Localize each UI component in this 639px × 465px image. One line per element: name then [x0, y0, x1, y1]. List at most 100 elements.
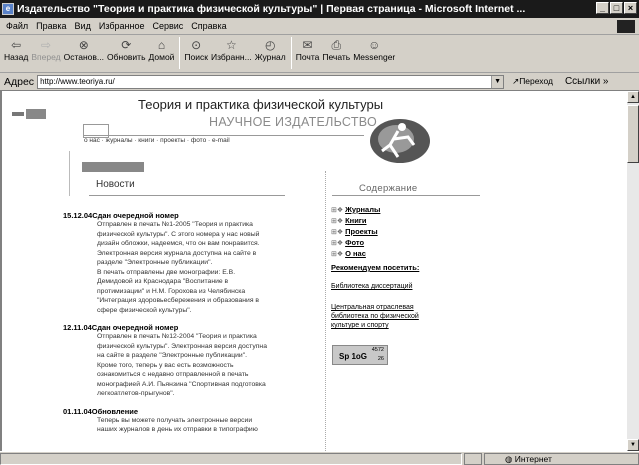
links-button[interactable]: Ссылки »: [565, 76, 609, 87]
printer-icon: ⎙: [331, 38, 342, 52]
top-navigation[interactable]: о нас · журналы · книги · проекты · фото…: [84, 137, 230, 144]
stop-icon: ⊗: [78, 38, 89, 52]
status-text: [0, 452, 462, 465]
news-body: Отправлен в печать №1-2005 "Теория и пра…: [97, 220, 323, 315]
refresh-button[interactable]: ⟳ Обновить: [107, 35, 146, 62]
close-button[interactable]: ×: [624, 2, 637, 14]
menu-help[interactable]: Справка: [191, 21, 226, 31]
spylog-counter[interactable]: 4572 Sp 1oG 26: [332, 345, 388, 365]
home-button[interactable]: ⌂ Домой: [149, 35, 175, 62]
dissertation-library-link[interactable]: Библиотека диссертаций: [331, 283, 412, 290]
uk-flag-icon: [26, 109, 46, 119]
news-date: 12.11.04: [63, 323, 92, 332]
address-input[interactable]: http://www.teoriya.ru/ ▼: [37, 74, 505, 89]
toolbar-separator: [290, 37, 292, 69]
menu-tools[interactable]: Сервис: [152, 21, 183, 31]
print-button[interactable]: ⎙ Печать: [322, 35, 350, 62]
contents-item-photo[interactable]: ⊞❖ Фото: [331, 238, 380, 249]
news-item: 15.12.04Сдан очередной номер Отправлен в…: [63, 211, 323, 315]
contents-link[interactable]: Журналы: [345, 205, 380, 214]
title-bar: e Издательство "Теория и практика физиче…: [0, 0, 639, 18]
contents-title: Содержание: [359, 183, 418, 194]
go-label: Переход: [519, 76, 553, 86]
menu-edit[interactable]: Правка: [36, 21, 66, 31]
news-link[interactable]: "Интеграция здоровьесбережения и образов…: [97, 296, 323, 306]
menu-favorites[interactable]: Избранное: [99, 21, 145, 31]
mail-icon: ✉: [302, 38, 313, 52]
search-icon: ⊙: [191, 38, 202, 52]
internet-zone-icon: ◍: [505, 453, 515, 464]
scroll-thumb[interactable]: [627, 105, 639, 163]
favorites-button[interactable]: ☆ Избранн...: [211, 35, 252, 62]
expand-icon[interactable]: ⊞❖: [331, 207, 345, 214]
contents-link[interactable]: Проекты: [345, 227, 378, 236]
minimize-button[interactable]: _: [596, 2, 609, 14]
zone-label: Интернет: [514, 453, 552, 464]
vertical-scrollbar[interactable]: ▲ ▼: [627, 91, 639, 451]
news-line: физической культуры". С этого номера у н…: [97, 230, 260, 238]
news-line: наших журналов в день их отправки в типо…: [97, 426, 258, 433]
scroll-down-icon[interactable]: ▼: [627, 439, 639, 451]
expand-icon[interactable]: ⊞❖: [331, 218, 345, 225]
news-line: Электронная версия журнала доступна на с…: [97, 249, 257, 257]
counter-label: Sp 1oG: [339, 352, 368, 361]
expand-icon[interactable]: ⊞❖: [331, 251, 345, 258]
news-headline: Сдан очередной номер: [91, 323, 179, 332]
forward-label: Вперед: [31, 52, 61, 62]
contents-item-journals[interactable]: ⊞❖ Журналы: [331, 205, 380, 216]
contents-link[interactable]: Фото: [345, 238, 364, 247]
search-button[interactable]: ⊙ Поиск: [184, 35, 208, 62]
mail-button[interactable]: ✉ Почта: [296, 35, 320, 62]
news-date: 15.12.04: [63, 211, 93, 220]
central-library-link[interactable]: Центральная отраслевая библиотека по физ…: [331, 303, 441, 330]
news-link[interactable]: разделе "Электронные публикации".: [97, 258, 323, 268]
contents-item-projects[interactable]: ⊞❖ Проекты: [331, 227, 380, 238]
expand-icon[interactable]: ⊞❖: [331, 229, 345, 236]
maximize-button[interactable]: □: [610, 2, 623, 14]
contents-item-about[interactable]: ⊞❖ О нас: [331, 249, 380, 260]
news-line: Кроме того, теперь у вас есть возможност…: [97, 361, 234, 369]
contents-list: ⊞❖ Журналы ⊞❖ Книги ⊞❖ Проекты ⊞❖ Фото ⊞…: [331, 205, 380, 260]
counter-top: 4572: [371, 347, 384, 353]
news-link[interactable]: сфере физической культуры".: [97, 306, 323, 316]
news-header: 15.12.04Сдан очередной номер: [63, 211, 323, 220]
news-link[interactable]: протимизации" и Н.М. Горохова из Челябин…: [97, 287, 323, 297]
window-title: Издательство "Теория и практика физическ…: [17, 3, 526, 15]
news-link[interactable]: Демидовой из Краснодара "Воспитание в: [97, 277, 323, 287]
back-button[interactable]: ⇦ Назад: [4, 35, 28, 62]
toolbar-separator: [179, 37, 181, 69]
messenger-button[interactable]: ☺ Messenger: [353, 35, 395, 62]
forward-button[interactable]: ⇨ Вперед: [31, 35, 60, 62]
address-dropdown-icon[interactable]: ▼: [491, 75, 504, 88]
news-line: Отправлен в печать №1-2005 "Теория и пра…: [97, 221, 253, 228]
refresh-icon: ⟳: [121, 38, 132, 52]
favorites-label: Избранн...: [210, 52, 252, 62]
contents-link[interactable]: О нас: [345, 249, 366, 258]
news-line: ознакомиться с недавно отправленной в пе…: [97, 371, 249, 378]
menu-view[interactable]: Вид: [75, 21, 91, 31]
counter-bottom: 26: [377, 356, 384, 362]
contents-link[interactable]: Книги: [345, 216, 366, 225]
column-separator: [325, 171, 326, 451]
news-link[interactable]: монографией А.И. Пьянзина "Спортивная по…: [97, 380, 323, 390]
news-divider: [89, 195, 285, 196]
messenger-label: Messenger: [353, 52, 396, 62]
news-link[interactable]: на сайте в разделе "Электронные публикац…: [97, 351, 323, 361]
history-label: Журнал: [254, 52, 286, 62]
contents-divider: [332, 195, 480, 196]
expand-icon[interactable]: ⊞❖: [331, 240, 345, 247]
language-flag-icon[interactable]: [12, 109, 46, 119]
home-label: Домой: [148, 52, 175, 62]
go-button[interactable]: ↗Переход: [512, 76, 553, 87]
toolbar: ⇦ Назад ⇨ Вперед ⊗ Останов... ⟳ Обновить ⌂ До…: [0, 35, 639, 73]
scroll-up-icon[interactable]: ▲: [627, 91, 639, 103]
news-link[interactable]: легкоатлетов-прыгунов".: [97, 389, 323, 399]
contents-item-books[interactable]: ⊞❖ Книги: [331, 216, 380, 227]
flag-part-icon: [12, 112, 24, 116]
news-title: Новости: [96, 179, 135, 190]
windows-logo-icon: [617, 20, 635, 33]
stop-button[interactable]: ⊗ Останов...: [64, 35, 104, 62]
menu-file[interactable]: Файл: [6, 21, 28, 31]
history-button[interactable]: ◴ Журнал: [255, 35, 286, 62]
news-header: 01.11.04Обновление: [63, 407, 323, 416]
